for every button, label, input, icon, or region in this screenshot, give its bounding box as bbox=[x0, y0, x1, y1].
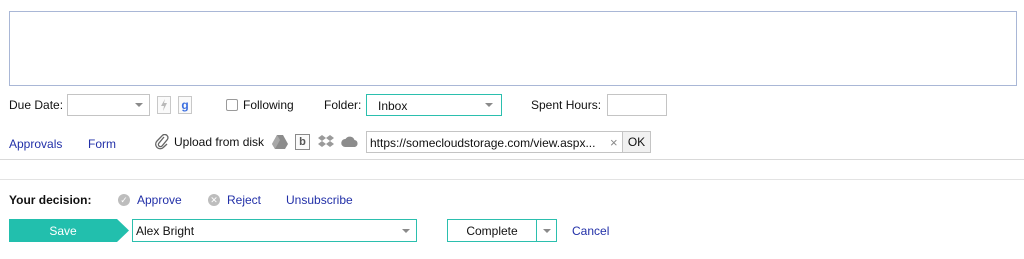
check-circle-icon: ✓ bbox=[118, 194, 130, 206]
chevron-down-icon bbox=[135, 103, 143, 107]
decision-label: Your decision: bbox=[9, 193, 92, 207]
complete-button[interactable]: Complete bbox=[447, 219, 537, 242]
divider bbox=[0, 179, 1024, 180]
cloud-url-value: https://somecloudstorage.com/view.aspx..… bbox=[370, 136, 596, 150]
spent-hours-input[interactable] bbox=[607, 94, 667, 116]
cancel-link[interactable]: Cancel bbox=[572, 224, 609, 238]
approve-link[interactable]: Approve bbox=[137, 193, 182, 207]
unsubscribe-link[interactable]: Unsubscribe bbox=[286, 193, 353, 207]
reject-link[interactable]: Reject bbox=[227, 193, 261, 207]
description-textarea[interactable] bbox=[9, 11, 1017, 86]
google-calendar-icon[interactable]: g bbox=[178, 96, 192, 114]
form-link[interactable]: Form bbox=[88, 137, 116, 151]
save-button-label: Save bbox=[49, 223, 77, 238]
following-label: Following bbox=[243, 98, 294, 112]
lightning-icon[interactable] bbox=[157, 96, 171, 114]
spent-hours-label: Spent Hours: bbox=[531, 98, 602, 112]
onedrive-icon[interactable] bbox=[341, 136, 359, 151]
assignee-select[interactable]: Alex Bright bbox=[132, 219, 417, 242]
divider bbox=[0, 159, 1024, 160]
following-checkbox[interactable] bbox=[226, 99, 238, 111]
save-button[interactable]: Save bbox=[9, 219, 129, 242]
chevron-down-icon bbox=[543, 229, 551, 233]
x-circle-icon: ✕ bbox=[208, 194, 220, 206]
folder-label: Folder: bbox=[324, 98, 362, 112]
complete-button-label: Complete bbox=[466, 224, 518, 238]
dropbox-icon[interactable] bbox=[318, 134, 334, 153]
chevron-down-icon bbox=[485, 103, 493, 107]
google-drive-icon[interactable] bbox=[272, 135, 288, 152]
clear-icon[interactable]: × bbox=[610, 135, 618, 150]
paperclip-icon bbox=[155, 133, 169, 153]
ok-button[interactable]: OK bbox=[622, 132, 650, 152]
upload-from-disk-link[interactable]: Upload from disk bbox=[174, 135, 264, 149]
chevron-down-icon bbox=[402, 229, 410, 233]
approvals-link[interactable]: Approvals bbox=[9, 137, 62, 151]
due-date-picker[interactable] bbox=[67, 94, 150, 116]
folder-select[interactable]: Inbox bbox=[366, 94, 502, 116]
folder-value: Inbox bbox=[378, 99, 408, 113]
cloud-url-input[interactable]: https://somecloudstorage.com/view.aspx..… bbox=[366, 131, 651, 153]
assignee-value: Alex Bright bbox=[136, 224, 195, 238]
box-icon[interactable]: b bbox=[295, 134, 310, 150]
complete-dropdown-toggle[interactable] bbox=[536, 219, 557, 242]
due-date-label: Due Date: bbox=[9, 98, 64, 112]
